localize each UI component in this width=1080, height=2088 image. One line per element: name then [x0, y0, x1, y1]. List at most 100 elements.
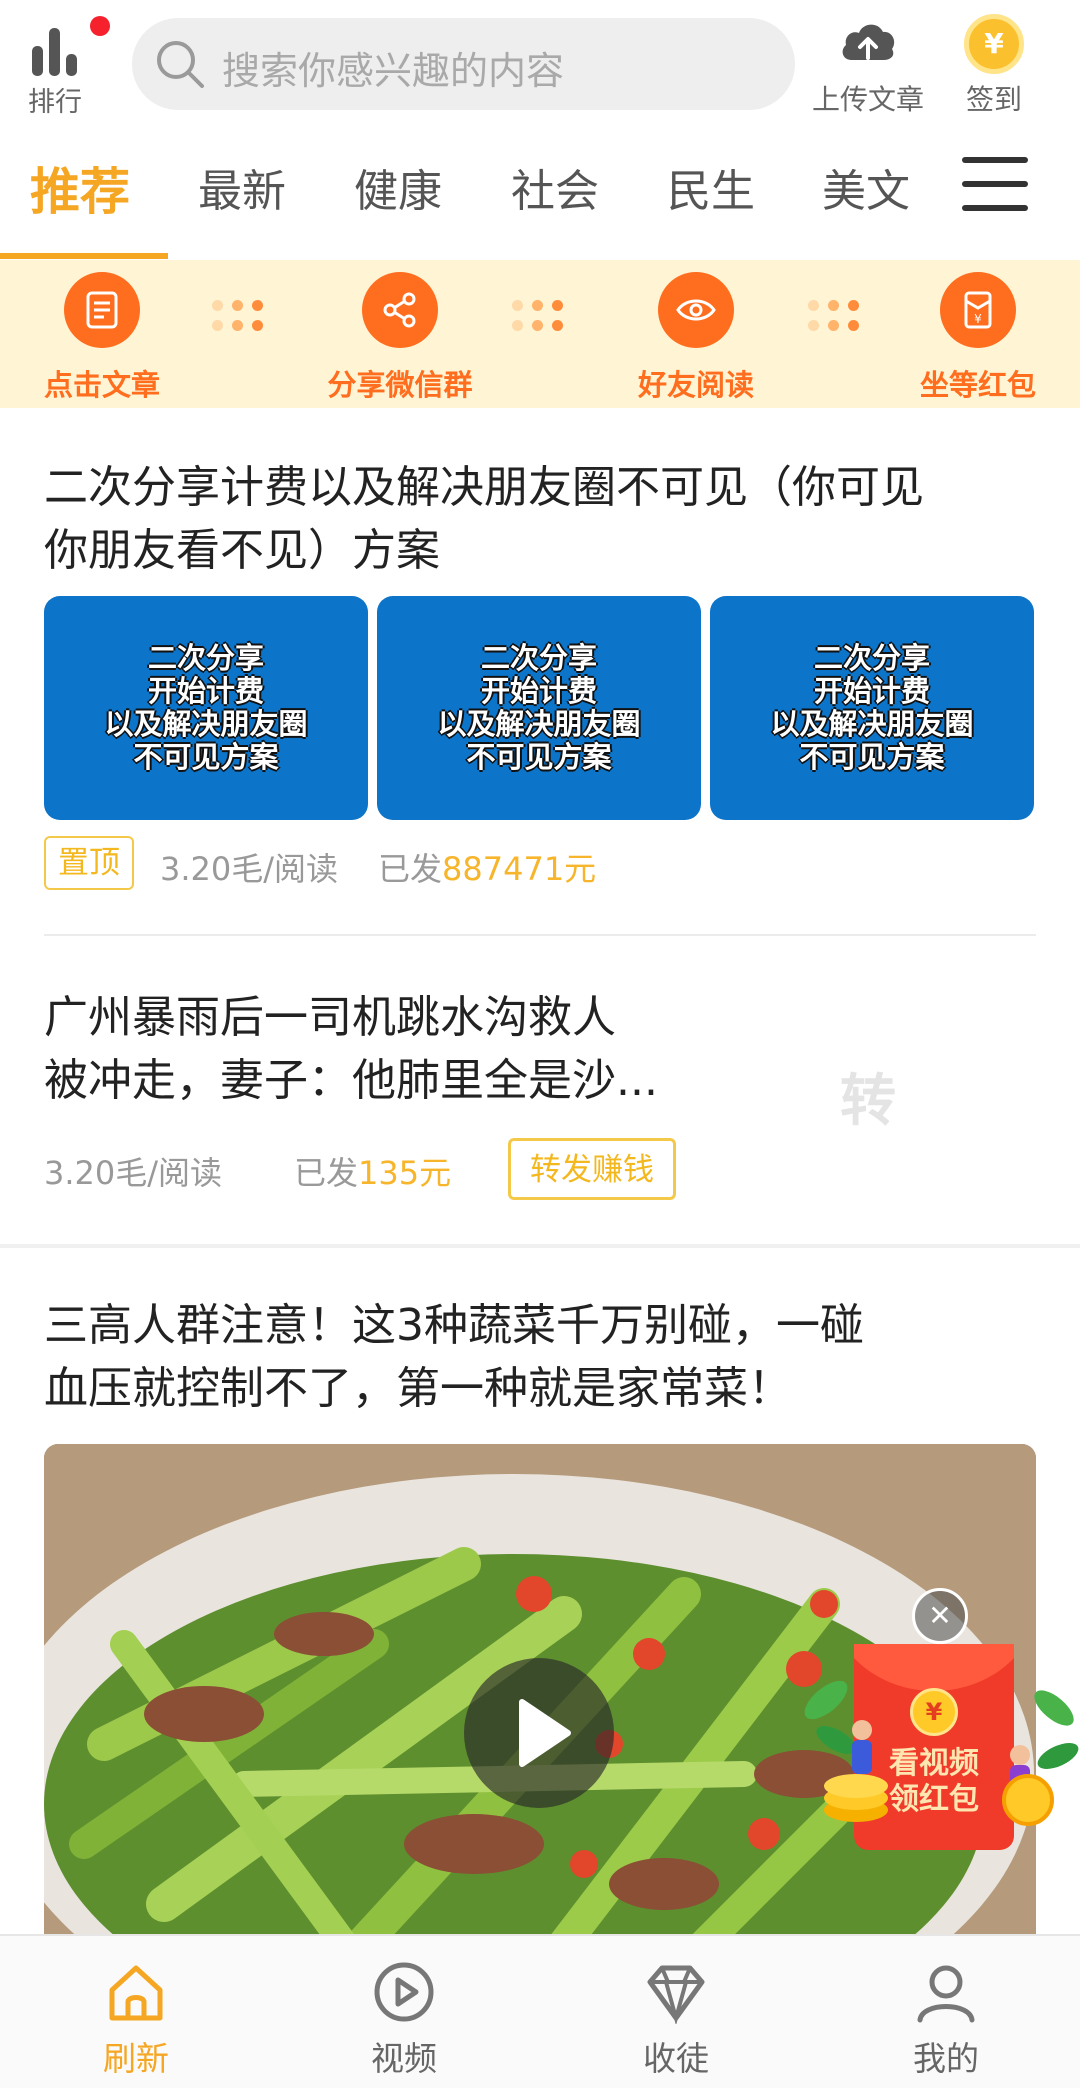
- title-line: 二次分享计费以及解决朋友圈不可见（你可见: [44, 462, 924, 513]
- article-title[interactable]: 三高人群注意！这3种蔬菜千万别碰，一碰 血压就控制不了，第一种就是家常菜！: [44, 1294, 864, 1420]
- title-line: 被冲走，妻子：他肺里全是沙...: [44, 1055, 658, 1106]
- article-title[interactable]: 二次分享计费以及解决朋友圈不可见（你可见 你朋友看不见）方案: [44, 456, 924, 582]
- thumbnail-text-line: 二次分享: [480, 641, 597, 675]
- title-line: 广州暴雨后一司机跳水沟救人: [44, 992, 616, 1043]
- divider: [44, 934, 1036, 936]
- cloud-upload-icon: [842, 24, 895, 61]
- paid-prefix: 已发: [294, 1154, 359, 1192]
- user-icon: [917, 1965, 975, 2023]
- red-packet-text: 看视频 领红包: [862, 1746, 1006, 1818]
- bottom-navigation: 刷新 视频 收徒 我的: [0, 1934, 1080, 2088]
- step-label: 好友阅读: [637, 368, 754, 402]
- thumbnail-text-line: 开始计费: [147, 674, 264, 708]
- thumbnail-row: 二次分享 开始计费 以及解决朋友圈 不可见方案 二次分享 开始计费 以及解决朋友…: [44, 596, 1036, 820]
- notification-dot: [90, 16, 110, 36]
- article-title[interactable]: 广州暴雨后一司机跳水沟救人 被冲走，妻子：他肺里全是沙...: [44, 986, 658, 1112]
- thumbnail-text-line: 二次分享: [147, 641, 264, 675]
- red-envelope-icon: ¥: [940, 272, 1016, 348]
- progress-dots: [512, 294, 568, 334]
- forward-earn-button[interactable]: 转发赚钱: [508, 1138, 676, 1200]
- search-bar[interactable]: 搜索你感兴趣的内容: [132, 18, 795, 110]
- play-circle-icon: [374, 1962, 434, 2022]
- step-label: 点击文章: [43, 368, 160, 402]
- nav-label: 视频: [371, 2039, 437, 2078]
- step-friend-read: 好友阅读: [606, 272, 786, 402]
- search-placeholder: 搜索你感兴趣的内容: [222, 49, 565, 93]
- paid-amount: 887471元: [442, 850, 597, 888]
- active-tab-indicator: [0, 253, 168, 259]
- tab-society[interactable]: 社会: [511, 155, 599, 219]
- home-icon: [109, 1965, 163, 2021]
- title-line: 三高人群注意！这3种蔬菜千万别碰，一碰: [44, 1300, 864, 1351]
- progress-dots: [808, 294, 864, 334]
- article-rate: 3.20毛/阅读: [160, 850, 339, 888]
- ranking-button[interactable]: 排行: [22, 14, 110, 118]
- thumbnail-text-line: 不可见方案: [133, 740, 279, 774]
- top-bar: 排行 搜索你感兴趣的内容 上传文章 ¥ 签到: [0, 0, 1080, 125]
- close-icon[interactable]: ✕: [912, 1588, 968, 1644]
- paid-prefix: 已发: [378, 850, 443, 888]
- article-rate: 3.20毛/阅读: [44, 1154, 223, 1192]
- signin-button[interactable]: ¥ 签到: [952, 12, 1036, 116]
- nav-label: 刷新: [103, 2039, 169, 2078]
- tab-essay[interactable]: 美文: [822, 155, 910, 219]
- step-share-wechat: 分享微信群: [310, 272, 490, 402]
- thumbnail-text: 二次分享 开始计费 以及解决朋友圈 不可见方案: [44, 642, 368, 774]
- tab-latest[interactable]: 最新: [198, 155, 286, 219]
- play-button[interactable]: [464, 1658, 614, 1808]
- thumbnail-text: 二次分享 开始计费 以及解决朋友圈 不可见方案: [710, 642, 1034, 774]
- article-thumbnail[interactable]: 二次分享 开始计费 以及解决朋友圈 不可见方案: [377, 596, 701, 820]
- thumbnail-text-line: 开始计费: [813, 674, 930, 708]
- title-line: 你朋友看不见）方案: [44, 525, 440, 576]
- article-paid-total: 已发887471元: [378, 844, 596, 890]
- share-watermark: 转: [840, 1069, 896, 1134]
- thumbnail-text-line: 不可见方案: [466, 740, 612, 774]
- step-click-article: 点击文章: [12, 272, 192, 402]
- upload-label: 上传文章: [811, 83, 924, 116]
- section-divider: [0, 1244, 1080, 1248]
- signin-label: 签到: [965, 83, 1022, 116]
- nav-refresh[interactable]: 刷新: [56, 1950, 216, 2080]
- title-line: 血压就控制不了，第一种就是家常菜！: [44, 1363, 792, 1414]
- thumbnail-text-line: 以及解决朋友圈: [104, 707, 308, 741]
- thumbnail-text-line: 以及解决朋友圈: [437, 707, 641, 741]
- thumbnail-text-line: 不可见方案: [799, 740, 945, 774]
- earning-steps-banner: 点击文章 分享微信群 好友阅读 ¥ 坐等红包: [0, 260, 1080, 408]
- progress-dots: [212, 294, 268, 334]
- ranking-label: 排行: [28, 87, 82, 118]
- share-icon: [362, 272, 438, 348]
- nav-recruit[interactable]: 收徒: [596, 1950, 756, 2080]
- pinned-badge: 置顶: [44, 836, 134, 890]
- step-label: 分享微信群: [327, 368, 473, 402]
- svg-text:¥: ¥: [974, 312, 982, 326]
- tab-livelihood[interactable]: 民生: [667, 155, 755, 219]
- menu-icon[interactable]: [962, 157, 1028, 213]
- nav-video[interactable]: 视频: [324, 1950, 484, 2080]
- play-icon: [519, 1699, 571, 1767]
- upload-article-button[interactable]: 上传文章: [806, 14, 930, 116]
- eye-icon: [658, 272, 734, 348]
- tab-health[interactable]: 健康: [354, 155, 442, 219]
- article-paid-total: 已发135元: [294, 1148, 451, 1194]
- step-wait-red-packet: ¥ 坐等红包: [888, 272, 1068, 402]
- search-icon: [157, 41, 204, 88]
- tab-recommend[interactable]: 推荐: [30, 152, 130, 224]
- thumbnail-text-line: 开始计费: [480, 674, 597, 708]
- red-packet-line: 领红包: [889, 1782, 979, 1817]
- diamond-icon: [647, 1965, 705, 2024]
- thumbnail-text: 二次分享 开始计费 以及解决朋友圈 不可见方案: [377, 642, 701, 774]
- watch-video-red-packet[interactable]: ✕ ¥ 看视频 领红包: [796, 1580, 1080, 1860]
- coin-icon: ¥: [910, 1688, 958, 1736]
- article-thumbnail[interactable]: 二次分享 开始计费 以及解决朋友圈 不可见方案: [44, 596, 368, 820]
- article-thumbnail[interactable]: 二次分享 开始计费 以及解决朋友圈 不可见方案: [710, 596, 1034, 820]
- coin-icon: ¥: [964, 14, 1024, 74]
- thumbnail-text-line: 二次分享: [813, 641, 930, 675]
- nav-profile[interactable]: 我的: [866, 1950, 1026, 2080]
- category-tabs: 推荐 最新 健康 社会 民生 美文: [0, 125, 1080, 260]
- thumbnail-text-line: 以及解决朋友圈: [770, 707, 974, 741]
- nav-label: 收徒: [643, 2039, 709, 2078]
- step-label: 坐等红包: [919, 368, 1036, 402]
- nav-label: 我的: [913, 2039, 979, 2078]
- paid-amount: 135元: [358, 1154, 452, 1192]
- document-icon: [64, 272, 140, 348]
